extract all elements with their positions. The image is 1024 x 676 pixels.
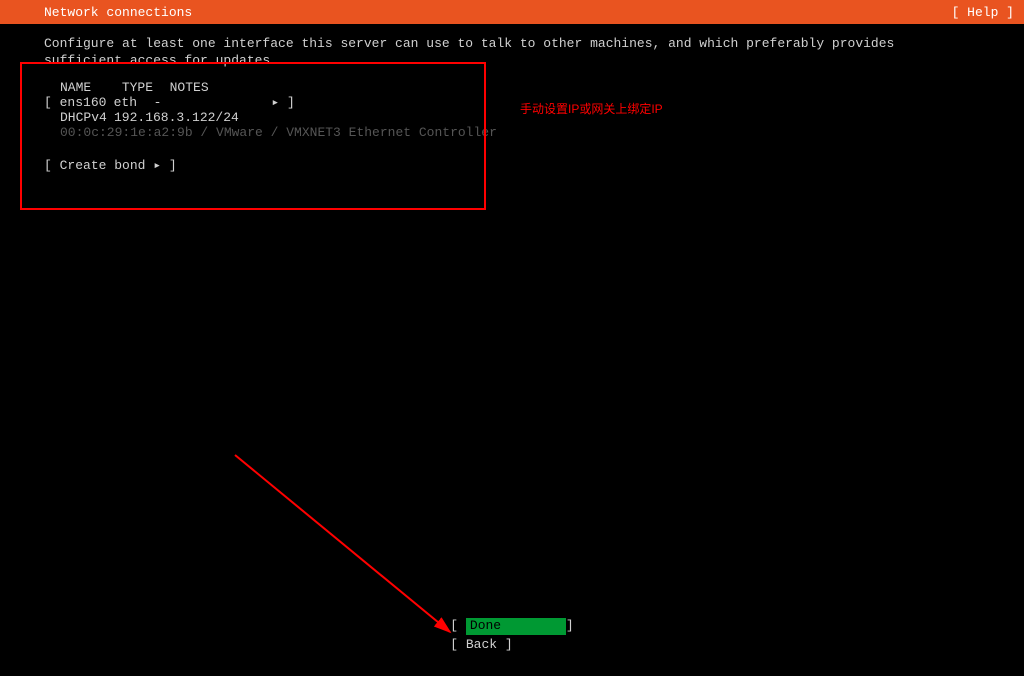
- submenu-arrow-icon: ▸: [153, 158, 161, 173]
- table-header-row: NAME TYPE NOTES: [60, 80, 980, 95]
- dhcp-ip-address: 192.168.3.122/24: [114, 110, 239, 125]
- help-button[interactable]: [ Help ]: [952, 5, 1014, 20]
- done-button[interactable]: [ Done]: [450, 618, 573, 635]
- description-text: Configure at least one interface this se…: [44, 36, 980, 70]
- back-button[interactable]: [ Back ]: [450, 637, 550, 654]
- annotation-text: 手动设置IP或网关上绑定IP: [520, 100, 663, 117]
- content-area: Configure at least one interface this se…: [0, 24, 1024, 173]
- mac-address-row: 00:0c:29:1e:a2:9b / VMware / VMXNET3 Eth…: [60, 125, 980, 140]
- column-header-type: TYPE: [122, 80, 162, 95]
- footer-navigation: [ Done] [ Back ]: [0, 618, 1024, 654]
- dhcp-label: DHCPv4: [60, 110, 114, 125]
- column-header-notes: NOTES: [170, 80, 209, 95]
- interface-type: eth: [114, 95, 154, 110]
- bracket-close: ]: [161, 158, 177, 173]
- create-bond-label: Create bond: [60, 158, 146, 173]
- header-bar: Network connections [ Help ]: [0, 0, 1024, 24]
- bracket-open: [: [44, 158, 60, 173]
- column-header-name: NAME: [60, 80, 114, 95]
- page-title: Network connections: [44, 5, 192, 20]
- bracket-close: ]: [279, 95, 295, 110]
- done-label: Done: [470, 618, 501, 633]
- interface-name: ens160: [60, 95, 114, 110]
- network-interfaces-table: NAME TYPE NOTES [ ens160eth-▸ ] DHCPv419…: [44, 80, 980, 140]
- interface-notes: -: [154, 95, 162, 110]
- bracket-open: [: [44, 95, 60, 110]
- interface-row-ens160[interactable]: [ ens160eth-▸ ]: [44, 95, 980, 110]
- create-bond-button[interactable]: [ Create bond ▸ ]: [44, 158, 980, 173]
